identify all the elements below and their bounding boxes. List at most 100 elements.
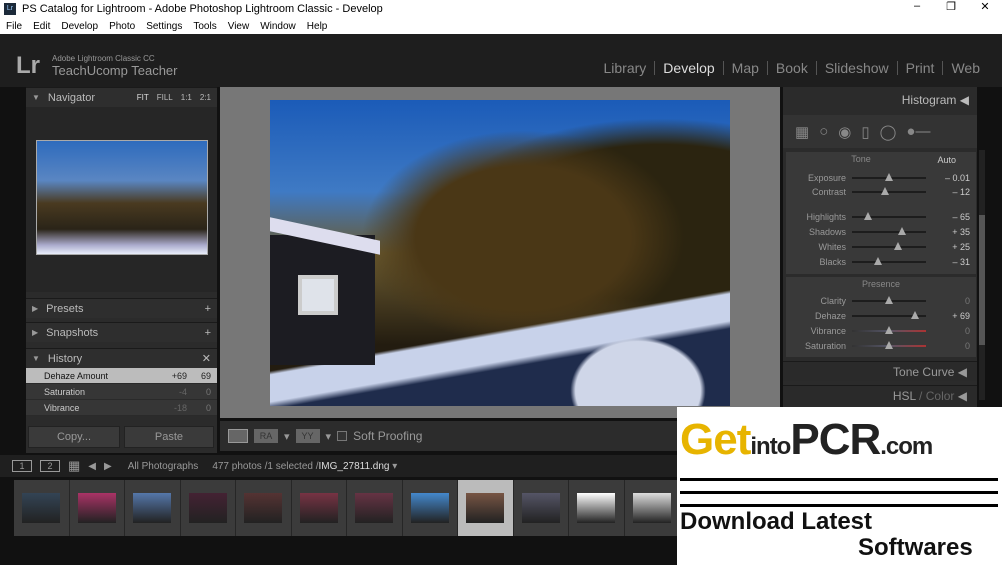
filmstrip-thumbnail[interactable]: [569, 480, 624, 536]
slider-whites[interactable]: Whites + 25: [786, 240, 976, 254]
slider-vibrance[interactable]: Vibrance 0: [786, 324, 976, 338]
history-item[interactable]: Vibrance -18 0: [26, 400, 217, 416]
menu-photo[interactable]: Photo: [109, 21, 135, 32]
slider-track[interactable]: [852, 173, 926, 181]
secondary-window-button[interactable]: 2: [40, 460, 60, 472]
right-panel-scrollbar[interactable]: [979, 150, 985, 400]
add-preset-icon[interactable]: +: [205, 303, 211, 315]
source-label[interactable]: All Photographs: [128, 461, 199, 472]
grid-icon[interactable]: ▦: [68, 458, 80, 474]
close-button[interactable]: ✕: [968, 0, 1002, 13]
slider-thumb[interactable]: [885, 296, 893, 304]
zoom-2-1[interactable]: 2:1: [200, 93, 211, 102]
filmstrip-thumbnail[interactable]: [458, 480, 513, 536]
slider-thumb[interactable]: [873, 257, 882, 265]
slider-track[interactable]: [852, 311, 926, 319]
filmstrip-thumbnail[interactable]: [180, 480, 235, 536]
filmstrip-thumbnail[interactable]: [14, 480, 69, 536]
slider-highlights[interactable]: Highlights – 65: [786, 210, 976, 224]
history-item[interactable]: Saturation -4 0: [26, 384, 217, 400]
zoom-fit[interactable]: FIT: [137, 93, 149, 102]
graduated-filter-icon[interactable]: ▯: [861, 123, 869, 141]
menu-file[interactable]: File: [6, 21, 22, 32]
slider-dehaze[interactable]: Dehaze + 69: [786, 309, 976, 323]
slider-thumb[interactable]: [897, 227, 906, 235]
slider-track[interactable]: [852, 257, 926, 265]
filmstrip-thumbnail[interactable]: [291, 480, 346, 536]
radial-filter-icon[interactable]: ◯: [880, 123, 897, 141]
slider-shadows[interactable]: Shadows + 35: [786, 225, 976, 239]
back-arrow-icon[interactable]: ◀: [88, 461, 96, 472]
slider-value[interactable]: + 25: [926, 242, 970, 252]
menu-help[interactable]: Help: [307, 21, 328, 32]
dropdown-arrow-icon[interactable]: ▾: [284, 430, 290, 443]
navigator-header[interactable]: ▼ Navigator FIT FILL 1:1 2:1: [26, 87, 217, 107]
soft-proofing-checkbox[interactable]: [337, 431, 348, 441]
menu-edit[interactable]: Edit: [33, 21, 50, 32]
module-develop[interactable]: Develop: [654, 61, 722, 75]
slider-contrast[interactable]: Contrast – 12: [786, 185, 976, 199]
slider-track[interactable]: [852, 227, 926, 235]
slider-track[interactable]: [852, 242, 926, 250]
module-web[interactable]: Web: [942, 61, 988, 75]
auto-button[interactable]: Auto: [937, 155, 956, 165]
module-map[interactable]: Map: [722, 61, 767, 75]
menu-window[interactable]: Window: [260, 21, 296, 32]
maximize-button[interactable]: ❐: [934, 0, 968, 13]
filmstrip-thumbnail[interactable]: [236, 480, 291, 536]
module-library[interactable]: Library: [596, 61, 655, 75]
filmstrip-thumbnail[interactable]: [125, 480, 180, 536]
tone-curve-header[interactable]: Tone Curve ◀: [783, 361, 977, 381]
slider-thumb[interactable]: [910, 311, 919, 319]
menu-develop[interactable]: Develop: [61, 21, 98, 32]
filename[interactable]: IMG_27811.dng: [319, 461, 390, 472]
slider-blacks[interactable]: Blacks – 31: [786, 255, 976, 269]
slider-thumb[interactable]: [864, 212, 873, 220]
slider-thumb[interactable]: [885, 173, 893, 181]
paste-button[interactable]: Paste: [124, 426, 214, 448]
slider-thumb[interactable]: [885, 326, 893, 334]
histogram-header[interactable]: Histogram ◀: [783, 87, 977, 112]
minimize-button[interactable]: –: [900, 0, 934, 13]
filmstrip-thumbnail[interactable]: [347, 480, 402, 536]
before-after-top-bottom-button[interactable]: YY: [295, 429, 320, 443]
clear-history-icon[interactable]: ✕: [202, 352, 211, 365]
slider-track[interactable]: [852, 187, 926, 195]
crop-overlay-icon[interactable]: ▦: [795, 123, 809, 141]
navigator-preview[interactable]: [36, 140, 208, 255]
slider-value[interactable]: – 12: [926, 187, 970, 197]
slider-value[interactable]: 0: [926, 326, 970, 336]
slider-thumb[interactable]: [893, 242, 902, 250]
slider-exposure[interactable]: Exposure – 0.01: [786, 171, 976, 185]
dropdown-arrow-icon[interactable]: ▾: [326, 430, 332, 443]
history-item[interactable]: Dehaze Amount +69 69: [26, 368, 217, 384]
add-snapshot-icon[interactable]: +: [205, 327, 211, 339]
presets-header[interactable]: ▶ Presets +: [26, 298, 217, 318]
zoom-1-1[interactable]: 1:1: [181, 93, 192, 102]
forward-arrow-icon[interactable]: ▶: [104, 461, 112, 472]
slider-clarity[interactable]: Clarity 0: [786, 294, 976, 308]
slider-value[interactable]: – 31: [926, 257, 970, 267]
loupe-view-icon[interactable]: [228, 429, 248, 443]
module-slideshow[interactable]: Slideshow: [815, 61, 897, 75]
module-book[interactable]: Book: [766, 61, 816, 75]
slider-thumb[interactable]: [885, 341, 893, 349]
slider-thumb[interactable]: [880, 187, 889, 195]
menu-view[interactable]: View: [228, 21, 250, 32]
slider-value[interactable]: 0: [926, 341, 970, 351]
slider-track[interactable]: [852, 296, 926, 304]
menu-tools[interactable]: Tools: [193, 21, 216, 32]
slider-value[interactable]: + 69: [926, 311, 970, 321]
filmstrip-thumbnail[interactable]: [402, 480, 457, 536]
filmstrip-thumbnail[interactable]: [624, 480, 679, 536]
adjustment-brush-icon[interactable]: ●—: [906, 123, 930, 140]
history-header[interactable]: ▼ History ✕: [26, 348, 217, 368]
slider-track[interactable]: [852, 341, 926, 349]
zoom-fill[interactable]: FILL: [157, 93, 173, 102]
slider-saturation[interactable]: Saturation 0: [786, 339, 976, 353]
slider-value[interactable]: – 65: [926, 212, 970, 222]
slider-value[interactable]: – 0.01: [926, 173, 970, 183]
copy-button[interactable]: Copy...: [28, 426, 120, 448]
filmstrip-thumbnail[interactable]: [513, 480, 568, 536]
snapshots-header[interactable]: ▶ Snapshots +: [26, 322, 217, 342]
